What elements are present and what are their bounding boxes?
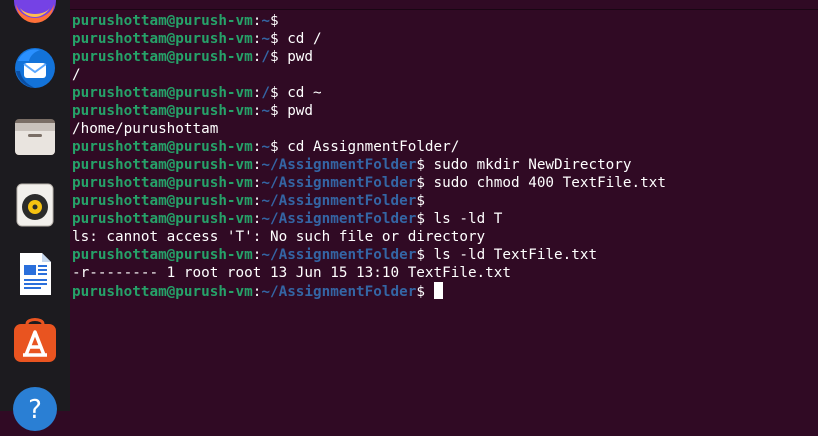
files-icon — [15, 119, 55, 155]
dock-app-firefox[interactable] — [12, 0, 58, 24]
dock: ? — [0, 0, 70, 431]
output-text: / — [72, 67, 81, 83]
prompt-user-host: purushottam@purush-vm — [72, 85, 253, 101]
prompt-line: purushottam@purush-vm:~/AssignmentFolder… — [72, 246, 666, 264]
prompt-symbol: $ — [269, 31, 288, 47]
prompt-line: purushottam@purush-vm:~$ — [72, 12, 666, 30]
command-text: pwd — [287, 103, 314, 119]
prompt-symbol: $ — [269, 85, 288, 101]
prompt-symbol: $ — [269, 103, 288, 119]
firefox-icon — [14, 0, 56, 23]
prompt-symbol: $ — [416, 247, 434, 263]
dock-app-help[interactable]: ? — [12, 386, 58, 432]
prompt-symbol: $ — [416, 211, 434, 227]
terminal-output: purushottam@purush-vm:~$ purushottam@pur… — [72, 12, 666, 300]
prompt-symbol: $ — [416, 175, 434, 191]
command-text: sudo mkdir NewDirectory — [433, 157, 632, 173]
prompt-line: purushottam@purush-vm:~/AssignmentFolder… — [72, 192, 666, 210]
command-text: pwd — [287, 49, 314, 65]
command-text: sudo chmod 400 TextFile.txt — [433, 175, 666, 191]
prompt-symbol: $ — [269, 139, 288, 155]
prompt-path: ~ — [261, 139, 270, 155]
prompt-symbol: $ — [269, 13, 288, 29]
dock-app-writer[interactable] — [12, 251, 58, 297]
prompt-path: ~ — [261, 103, 270, 119]
prompt-user-host: purushottam@purush-vm — [72, 247, 253, 263]
prompt-user-host: purushottam@purush-vm — [72, 13, 253, 29]
command-text: ls -ld TextFile.txt — [433, 247, 598, 263]
rhythmbox-icon — [16, 183, 54, 227]
prompt-path: / — [261, 49, 270, 65]
writer-icon — [20, 253, 51, 295]
output-line: /home/purushottam — [72, 120, 666, 138]
output-line: / — [72, 66, 666, 84]
terminal-header-divider — [70, 9, 818, 10]
prompt-user-host: purushottam@purush-vm — [72, 31, 253, 47]
command-text: cd AssignmentFolder/ — [287, 139, 460, 155]
prompt-line: purushottam@purush-vm:~$ pwd — [72, 102, 666, 120]
prompt-path: ~/AssignmentFolder — [261, 284, 417, 300]
prompt-user-host: purushottam@purush-vm — [72, 157, 253, 173]
thunderbird-icon — [15, 48, 55, 88]
prompt-path: / — [261, 85, 270, 101]
prompt-symbol: $ — [416, 157, 434, 173]
prompt-user-host: purushottam@purush-vm — [72, 175, 253, 191]
dock-app-rhythmbox[interactable] — [12, 182, 58, 228]
prompt-symbol: $ — [416, 284, 434, 300]
prompt-line: purushottam@purush-vm:~/AssignmentFolder… — [72, 210, 666, 228]
prompt-line: purushottam@purush-vm:~$ cd AssignmentFo… — [72, 138, 666, 156]
dock-app-thunderbird[interactable] — [12, 45, 58, 91]
prompt-path: ~/AssignmentFolder — [261, 175, 417, 191]
output-text: -r-------- 1 root root 13 Jun 15 13:10 T… — [72, 265, 511, 281]
help-glyph: ? — [28, 395, 42, 425]
prompt-path: ~ — [261, 31, 270, 47]
output-text: /home/purushottam — [72, 121, 219, 137]
terminal-window[interactable]: purushottam@purush-vm:~$ purushottam@pur… — [70, 0, 818, 411]
prompt-line: purushottam@purush-vm:/$ pwd — [72, 48, 666, 66]
prompt-line: purushottam@purush-vm:~$ cd / — [72, 30, 666, 48]
prompt-line: purushottam@purush-vm:/$ cd ~ — [72, 84, 666, 102]
prompt-line: purushottam@purush-vm:~/AssignmentFolder… — [72, 174, 666, 192]
prompt-user-host: purushottam@purush-vm — [72, 211, 253, 227]
prompt-symbol: $ — [269, 49, 288, 65]
text-cursor[interactable] — [433, 282, 443, 299]
prompt-path: ~/AssignmentFolder — [261, 211, 417, 227]
prompt-symbol: $ — [416, 193, 434, 209]
output-text: ls: cannot access 'T': No such file or d… — [72, 229, 486, 245]
output-line: -r-------- 1 root root 13 Jun 15 13:10 T… — [72, 264, 666, 282]
prompt-user-host: purushottam@purush-vm — [72, 139, 253, 155]
prompt-path: ~/AssignmentFolder — [261, 193, 417, 209]
command-text: cd ~ — [287, 85, 322, 101]
prompt-path: ~ — [261, 13, 270, 29]
prompt-path: ~/AssignmentFolder — [261, 247, 417, 263]
prompt-user-host: purushottam@purush-vm — [72, 193, 253, 209]
dock-app-files[interactable] — [12, 113, 58, 159]
command-text: ls -ld T — [433, 211, 503, 227]
app-center-icon — [14, 318, 56, 362]
prompt-user-host: purushottam@purush-vm — [72, 284, 253, 300]
prompt-path: ~/AssignmentFolder — [261, 157, 417, 173]
prompt-user-host: purushottam@purush-vm — [72, 103, 253, 119]
prompt-user-host: purushottam@purush-vm — [72, 49, 253, 65]
prompt-line: purushottam@purush-vm:~/AssignmentFolder… — [72, 156, 666, 174]
dock-app-app-center[interactable] — [12, 318, 58, 364]
command-text: cd / — [287, 31, 322, 47]
help-icon: ? — [13, 387, 57, 431]
prompt-line: purushottam@purush-vm:~/AssignmentFolder… — [72, 282, 666, 300]
output-line: ls: cannot access 'T': No such file or d… — [72, 228, 666, 246]
